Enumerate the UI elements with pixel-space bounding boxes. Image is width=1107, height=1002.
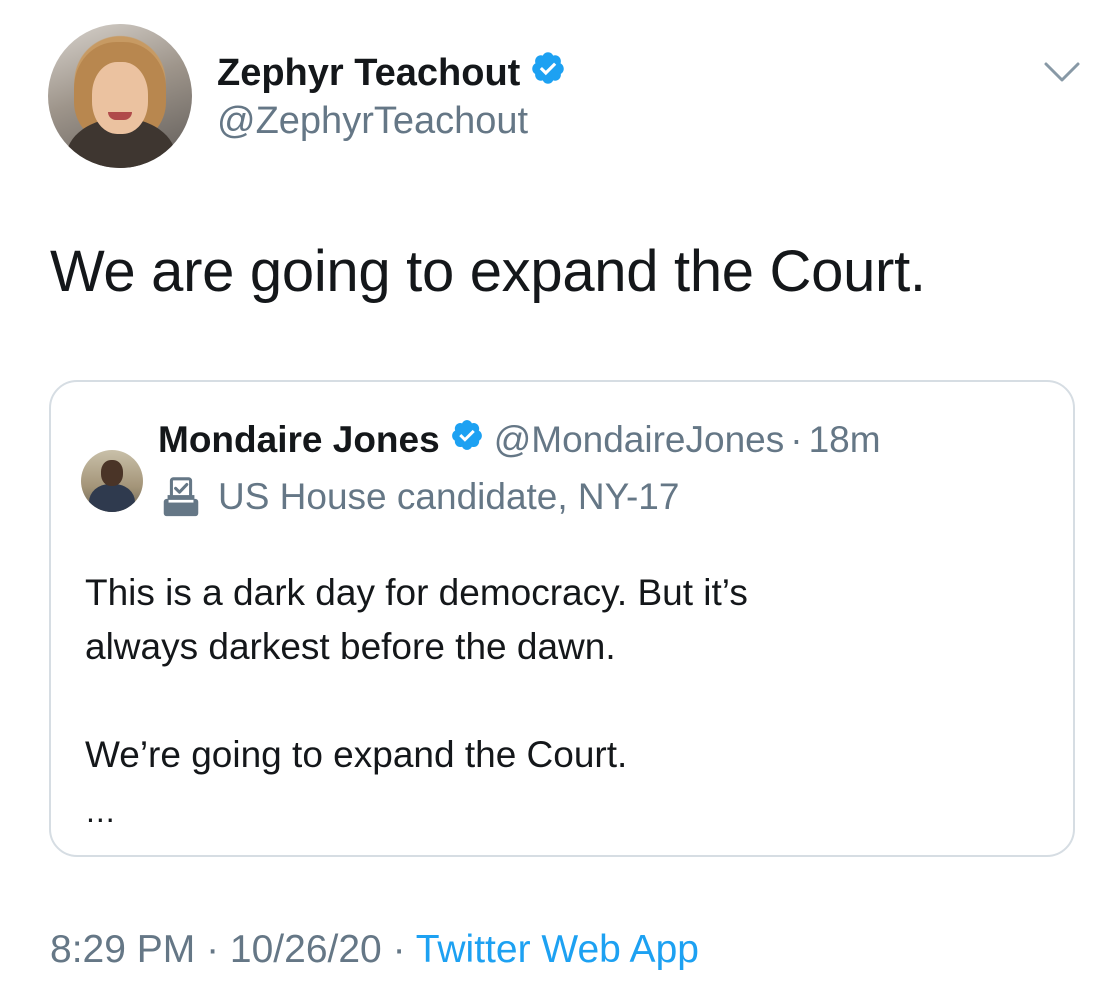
tweet-source-link[interactable]: Twitter Web App <box>416 928 699 971</box>
quoted-text-gap <box>85 674 748 728</box>
tweet-date[interactable]: 10/26/20 <box>230 928 382 971</box>
quoted-text-line: We’re going to expand the Court. <box>85 734 628 775</box>
separator-dot: · <box>381 928 416 971</box>
truncation-ellipsis: ... <box>86 793 116 829</box>
separator-dot: · <box>790 418 803 460</box>
ballot-box-icon <box>158 474 204 520</box>
author-name[interactable]: Zephyr Teachout <box>217 52 520 95</box>
separator-dot: · <box>195 928 230 971</box>
author-avatar[interactable] <box>48 24 192 168</box>
author-handle[interactable]: @ZephyrTeachout <box>217 100 528 143</box>
quoted-author-avatar <box>81 450 143 512</box>
account-label: US House candidate, NY-17 <box>158 474 679 520</box>
tweet-text: We are going to expand the Court. <box>50 239 926 304</box>
avatar-head <box>101 460 123 486</box>
chevron-down-icon[interactable] <box>1042 58 1082 86</box>
quoted-tweet-text: This is a dark day for democracy. But it… <box>85 566 748 782</box>
tweet-meta: 8:29 PM · 10/26/20 · Twitter Web App <box>50 928 699 972</box>
verified-badge-icon <box>530 50 566 96</box>
tweet-time[interactable]: 8:29 PM <box>50 928 195 971</box>
quoted-author-handle: @MondaireJones <box>493 418 785 460</box>
quoted-author-name: Mondaire Jones <box>158 418 440 460</box>
quoted-text-line: always darkest before the dawn. <box>85 626 616 667</box>
verified-badge-icon <box>450 418 484 461</box>
avatar-body <box>89 484 135 512</box>
quoted-header: Mondaire Jones @MondaireJones · 18m <box>158 418 881 461</box>
account-label-text: US House candidate, NY-17 <box>218 476 680 517</box>
avatar-face <box>92 62 148 134</box>
quoted-timestamp: 18m <box>808 418 881 460</box>
author-name-row[interactable]: Zephyr Teachout <box>217 50 566 96</box>
quoted-text-line: This is a dark day for democracy. But it… <box>85 572 748 613</box>
